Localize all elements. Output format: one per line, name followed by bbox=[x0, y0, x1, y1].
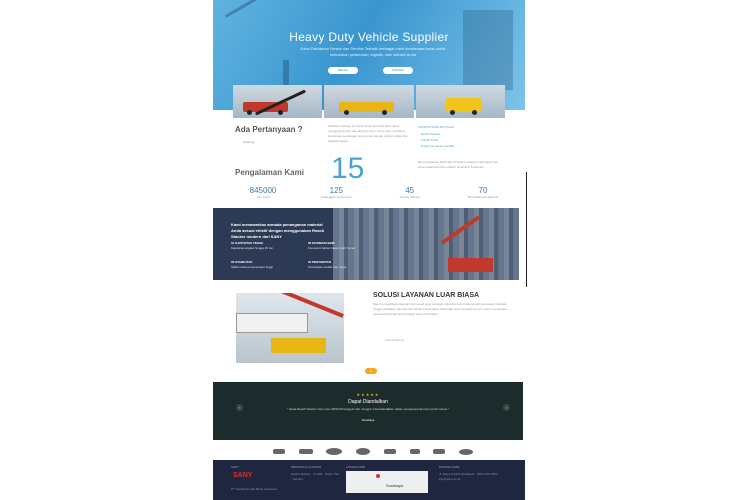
partner-logo bbox=[326, 448, 343, 455]
stat-number: 845000 bbox=[249, 186, 277, 195]
stat-item: 845000 Jam Kerja bbox=[233, 186, 293, 199]
reach-stacker-body bbox=[448, 258, 493, 272]
vehicle-image-loader[interactable] bbox=[324, 85, 414, 118]
produk-heading: PRODUK DARI SINI SAJA bbox=[418, 125, 454, 129]
scrollbar[interactable] bbox=[526, 172, 527, 287]
stat-item: 45 Proyek Selesai bbox=[380, 186, 440, 199]
partner-logos bbox=[273, 448, 473, 455]
testimonial-author: Surabaya bbox=[361, 418, 375, 422]
feature-item: 03 STABILITAS Stabil untuk penumpukan tin… bbox=[231, 260, 286, 269]
stat-label: Pelanggan Terpercaya bbox=[321, 195, 352, 199]
partner-logo bbox=[273, 449, 285, 454]
solution-image bbox=[236, 293, 344, 363]
container-box bbox=[236, 313, 308, 333]
produk-list: Reach Stacker Forklift Truck Empty Conta… bbox=[421, 131, 455, 149]
partner-logo bbox=[298, 449, 313, 454]
rating-stars: ★★★★★ bbox=[356, 392, 380, 397]
stat-number: 45 bbox=[405, 186, 415, 195]
experience-title: Pengalaman Kami bbox=[235, 168, 304, 177]
stats-row: 845000 Jam Kerja 125 Pelanggan Terpercaya … bbox=[233, 186, 513, 199]
solution-title: SOLUSI LAYANAN LUAR BIASA bbox=[373, 292, 480, 299]
hero-contact-button[interactable]: KONTAK bbox=[383, 67, 413, 74]
solution-link[interactable]: Selengkapnya bbox=[385, 338, 404, 343]
reach-stacker-section: Kami menawarkan armada penanganan materi… bbox=[213, 208, 519, 280]
contact-link[interactable]: Hubungi bbox=[243, 140, 254, 144]
vehicle-image-reach-stacker[interactable] bbox=[233, 85, 323, 118]
footer-contact: Jl. Raya Industri Surabaya · (031) 000-0… bbox=[439, 472, 500, 481]
stat-label: Jam Kerja bbox=[256, 195, 270, 199]
wheel bbox=[247, 110, 252, 115]
testimonial-text: " Sewa Reach Stacker Sany tipe SRSC45 ta… bbox=[286, 407, 450, 411]
vehicle-strip bbox=[233, 85, 505, 118]
footer: SANY SANY PT Distributor Alat Berat Indo… bbox=[213, 460, 525, 500]
feature-item: 04 PERAWATAN Perawatan mudah dan cepat bbox=[308, 260, 363, 269]
map-pin-icon bbox=[376, 474, 380, 478]
feature-item: 01 KAPASITAS TINGGI Kapasitas angkat hing… bbox=[231, 241, 286, 250]
next-arrow-icon[interactable]: › bbox=[503, 404, 510, 411]
vehicle-image-forklift[interactable] bbox=[415, 85, 505, 118]
list-item[interactable]: Empty Container Handler bbox=[421, 143, 455, 149]
partner-logo bbox=[409, 449, 420, 454]
wheel bbox=[382, 110, 388, 115]
footer-heading: LOKASI KAMI bbox=[346, 465, 366, 469]
feature-text: Kapasitas angkat hingga 45 ton bbox=[231, 245, 274, 250]
stat-label: Proyek Selesai bbox=[399, 195, 420, 199]
map-label: Surabaya bbox=[386, 483, 404, 488]
reach-heading: Kami menawarkan armada penanganan materi… bbox=[231, 222, 325, 239]
partner-logo bbox=[458, 448, 473, 455]
scroll-indicator[interactable]: ● bbox=[365, 368, 377, 374]
hero-title: Heavy Duty Vehicle Supplier bbox=[289, 30, 449, 44]
footer-heading: SANY bbox=[231, 465, 240, 469]
question-title: Ada Pertanyaan ? bbox=[235, 125, 303, 134]
brand-logo[interactable]: SANY bbox=[233, 472, 252, 479]
footer-heading: KONTAK KAMI bbox=[439, 465, 460, 469]
partner-logo bbox=[383, 449, 396, 454]
feature-text: Perawatan mudah dan cepat bbox=[308, 264, 347, 269]
feature-item: 02 EFISIENSI BBM Konsumsi bahan bakar leb… bbox=[308, 241, 363, 250]
experience-years: 15 bbox=[331, 152, 365, 185]
hero-detail-button[interactable]: DETAIL bbox=[328, 67, 358, 74]
page: Heavy Duty Vehicle Supplier Kami Distrib… bbox=[213, 0, 525, 500]
footer-links[interactable]: Reach Stacker · Forklift · Spare Part · … bbox=[291, 472, 341, 481]
hero-subtitle: Kami Distributor Resmi dan Service Terba… bbox=[300, 46, 446, 57]
testimonial-title: Dapat Diandalkan bbox=[348, 399, 388, 405]
experience-desc: Berpengalaman lebih dari 15 tahun melaya… bbox=[418, 160, 499, 169]
feature-text: Stabil untuk penumpukan tinggi bbox=[231, 264, 273, 269]
stat-number: 125 bbox=[329, 186, 343, 195]
partner-logo bbox=[433, 449, 446, 454]
wheel bbox=[449, 110, 455, 115]
location-map[interactable]: Surabaya bbox=[346, 471, 428, 493]
stat-number: 70 bbox=[478, 186, 488, 195]
stat-item: 70 Teknisi Berpengalaman bbox=[453, 186, 513, 199]
loader-body bbox=[271, 338, 326, 353]
partner-logo bbox=[356, 448, 371, 455]
wheel bbox=[278, 110, 283, 115]
testimonial-section: ★★★★★ Dapat Diandalkan " Sewa Reach Stac… bbox=[213, 382, 523, 440]
stat-label: Teknisi Berpengalaman bbox=[467, 195, 499, 199]
prev-arrow-icon[interactable]: ‹ bbox=[236, 404, 243, 411]
feature-text: Konsumsi bahan bakar lebih hemat bbox=[308, 245, 356, 250]
footer-heading: PRODUK & LAYANAN bbox=[291, 465, 322, 469]
crane-decoration bbox=[224, 0, 262, 18]
question-text: Silahkan hubungi tim kami untuk informas… bbox=[328, 124, 408, 143]
wheel bbox=[344, 110, 350, 115]
crane-decoration bbox=[463, 10, 513, 90]
wheel bbox=[471, 110, 477, 115]
stat-item: 125 Pelanggan Terpercaya bbox=[306, 186, 366, 199]
solution-text: Kami menyediakan layanan purna jual yang… bbox=[373, 302, 508, 316]
footer-tagline: PT Distributor Alat Berat Indonesia bbox=[231, 487, 277, 491]
